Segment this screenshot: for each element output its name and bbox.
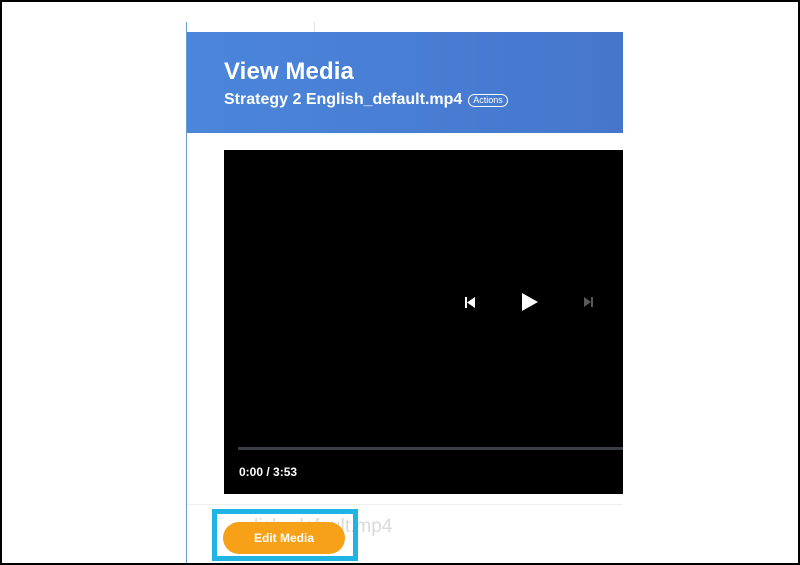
playback-controls	[465, 293, 593, 311]
progress-bar[interactable]	[238, 447, 623, 450]
actions-button[interactable]: Actions	[468, 93, 508, 107]
video-player[interactable]: 0:00 / 3:53	[224, 150, 623, 494]
media-title-row: Strategy 2 English_default.mp4 Actions	[224, 91, 508, 109]
section-divider	[187, 504, 623, 505]
play-icon[interactable]	[522, 293, 538, 311]
time-display: 0:00 / 3:53	[239, 465, 298, 479]
media-filename: Strategy 2 English_default.mp4	[224, 91, 463, 108]
skip-previous-icon[interactable]	[465, 296, 476, 308]
panel-top-divider	[314, 22, 315, 32]
skip-next-icon[interactable]	[584, 297, 593, 307]
page-title: View Media	[224, 58, 354, 85]
view-media-header: View Media Strategy 2 English_default.mp…	[187, 32, 623, 133]
edit-media-button[interactable]: Edit Media	[223, 522, 345, 554]
